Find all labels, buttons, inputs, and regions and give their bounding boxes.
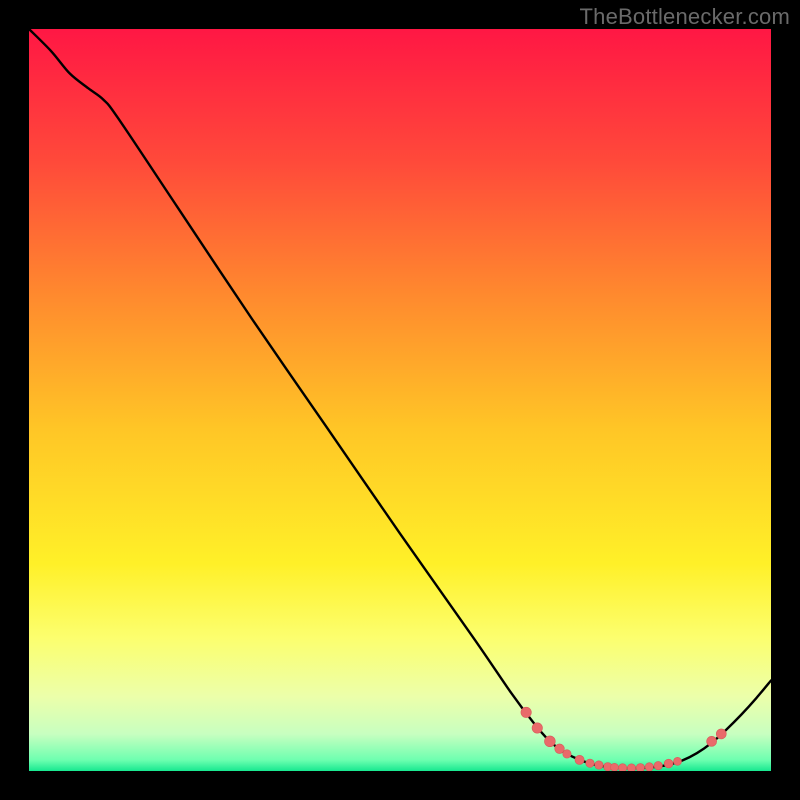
marker-dot xyxy=(645,763,653,771)
marker-dot xyxy=(521,707,531,717)
gradient-background xyxy=(29,29,771,771)
bottleneck-curve-chart xyxy=(29,29,771,771)
marker-dot xyxy=(575,755,584,764)
marker-dot xyxy=(563,750,571,758)
plot-area xyxy=(29,29,771,771)
marker-dot xyxy=(664,759,673,768)
marker-dot xyxy=(586,759,594,767)
attribution-label: TheBottlenecker.com xyxy=(580,4,790,30)
chart-frame: TheBottlenecker.com xyxy=(0,0,800,800)
marker-dot xyxy=(636,764,644,771)
marker-dot xyxy=(610,763,618,771)
marker-dot xyxy=(654,761,662,769)
marker-dot xyxy=(595,761,603,769)
marker-dot xyxy=(544,736,555,747)
marker-dot xyxy=(674,757,682,765)
marker-dot xyxy=(618,764,626,771)
marker-dot xyxy=(707,736,717,746)
marker-dot xyxy=(532,723,542,733)
marker-dot xyxy=(627,764,635,771)
marker-dot xyxy=(716,729,726,739)
